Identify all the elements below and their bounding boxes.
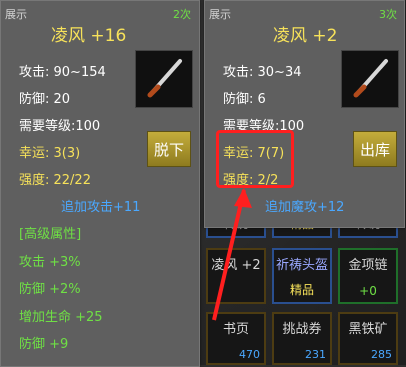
advanced-attr: 增加生命 +25 xyxy=(19,310,103,325)
inventory-slot[interactable]: 金项链 +0 xyxy=(338,248,398,304)
item-thumbnail xyxy=(135,50,193,108)
stat-extra-attack: 追加攻击+11 xyxy=(61,200,141,215)
show-count: 3次 xyxy=(379,8,397,21)
inventory-slot[interactable]: 书页 470 xyxy=(206,312,266,365)
stat-defense: 防御: 6 xyxy=(223,92,266,107)
sword-icon xyxy=(136,51,192,107)
advanced-attr: 攻击 +3% xyxy=(19,255,81,270)
stat-level-req: 需要等级:100 xyxy=(19,119,101,134)
showcase-label: 展示 xyxy=(209,8,231,21)
advanced-attr: 防御 +9 xyxy=(19,337,69,352)
stat-attack: 攻击: 30~34 xyxy=(223,65,302,80)
inventory-slot[interactable]: 挑战券 231 xyxy=(272,312,332,365)
inventory-slot[interactable]: 黑铁矿 285 xyxy=(338,312,398,365)
withdraw-button[interactable]: 出库 xyxy=(353,131,397,167)
item-thumbnail xyxy=(341,50,399,108)
showcase-label: 展示 xyxy=(5,8,27,21)
unequip-button[interactable]: 脱下 xyxy=(147,131,191,167)
item-title: 凌风 +16 xyxy=(51,26,127,46)
stat-attack: 攻击: 90~154 xyxy=(19,65,106,80)
stat-defense: 防御: 20 xyxy=(19,92,71,107)
highlight-box xyxy=(216,130,294,188)
stat-luck: 幸运: 3(3) xyxy=(19,146,81,161)
item-tooltip-right: 展示 3次 凌风 +2 攻击: 30~34 防御: 6 需要等级:100 幸运:… xyxy=(204,0,405,228)
inventory-slot[interactable]: 凌风 +2 xyxy=(206,248,266,304)
item-tooltip-left: 展示 2次 凌风 +16 攻击: 90~154 防御: 20 需要等级:100 … xyxy=(0,0,200,367)
sword-icon xyxy=(342,51,398,107)
stat-durability: 强度: 22/22 xyxy=(19,173,91,188)
inventory-slot[interactable]: 祈祷头盔 精品 xyxy=(272,248,332,304)
item-title: 凌风 +2 xyxy=(273,26,338,46)
show-count: 2次 xyxy=(173,8,191,21)
stat-extra-magic-attack: 追加魔攻+12 xyxy=(265,200,345,215)
advanced-attributes-header: [高级属性] xyxy=(19,227,82,242)
advanced-attr: 防御 +2% xyxy=(19,282,81,297)
